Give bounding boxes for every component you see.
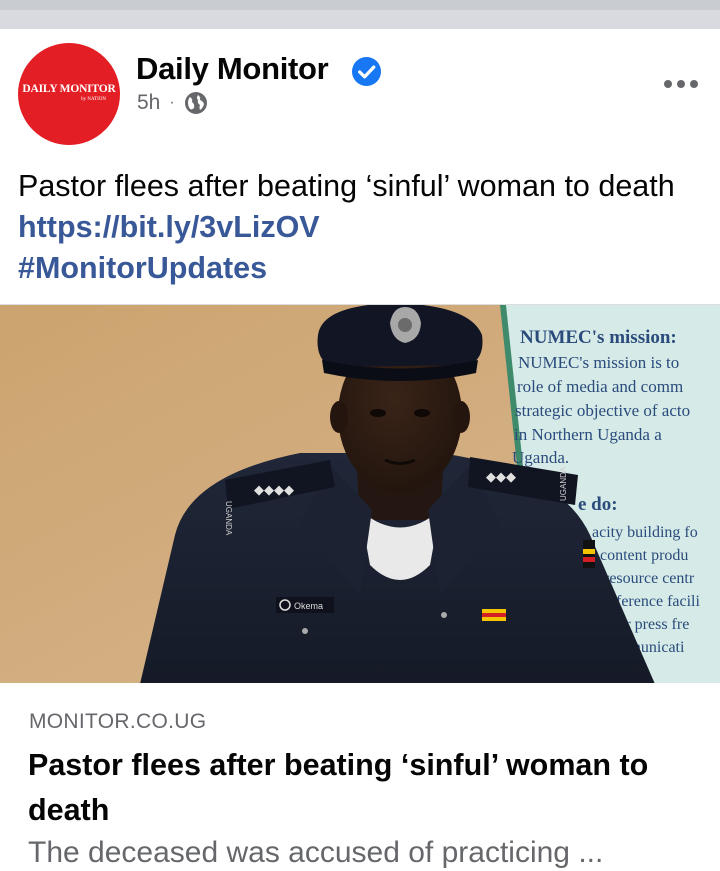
globe-icon: [184, 92, 207, 114]
shoulder-text: UGANDA: [224, 501, 233, 536]
post-text: Pastor flees after beating ‘sinful’ woma…: [18, 166, 708, 289]
poster-line: strategic objective of acto: [515, 401, 690, 420]
poster-item: nference facili: [608, 593, 700, 610]
poster-item: acity building fo: [592, 524, 698, 541]
post-meta: 5h ·: [137, 91, 208, 115]
avatar[interactable]: DAILY MONITOR by NATION: [18, 43, 120, 145]
post-body: Pastor flees after beating ‘sinful’ woma…: [18, 169, 675, 203]
poster-item: content produ: [600, 547, 688, 564]
svg-text:◆◆◆◆: ◆◆◆◆: [254, 482, 294, 497]
poster-line: in Northern Uganda a: [514, 425, 662, 444]
svg-text:◆◆◆: ◆◆◆: [486, 469, 516, 484]
poster-heading: NUMEC's mission:: [520, 327, 677, 348]
post-timestamp[interactable]: 5h: [137, 91, 160, 115]
link-preview[interactable]: MONITOR.CO.UG Pastor flees after beating…: [0, 683, 720, 871]
link-title[interactable]: Pastor flees after beating ‘sinful’ woma…: [28, 743, 698, 833]
poster-item: resource centr: [604, 570, 695, 587]
avatar-logo-text: DAILY MONITOR: [22, 83, 116, 95]
avatar-logo-subtext: by NATION: [81, 97, 106, 102]
post-photo[interactable]: NUMEC's mission: NUMEC's mission is to r…: [0, 304, 720, 684]
poster-line: role of media and comm: [517, 377, 683, 396]
verified-badge-icon: [351, 56, 382, 87]
shoulder-text: UGANDA: [559, 466, 568, 501]
meta-separator: ·: [169, 94, 175, 111]
page-name[interactable]: Daily Monitor: [136, 51, 329, 87]
poster-line: NUMEC's mission is to: [518, 353, 679, 372]
poster-line: Uganda.: [512, 448, 569, 467]
post-card: DAILY MONITOR by NATION Daily Monitor 5h…: [0, 29, 720, 871]
top-separator: [0, 0, 720, 29]
post-link[interactable]: https://bit.ly/3vLizOV: [18, 210, 320, 244]
poster-subheading: e do:: [578, 494, 618, 515]
more-options-icon[interactable]: [664, 80, 698, 88]
name-tag: Okema: [294, 601, 323, 611]
link-description: The deceased was accused of practicing .…: [28, 836, 604, 869]
link-domain: MONITOR.CO.UG: [29, 710, 207, 733]
post-hashtag[interactable]: #MonitorUpdates: [18, 251, 267, 285]
